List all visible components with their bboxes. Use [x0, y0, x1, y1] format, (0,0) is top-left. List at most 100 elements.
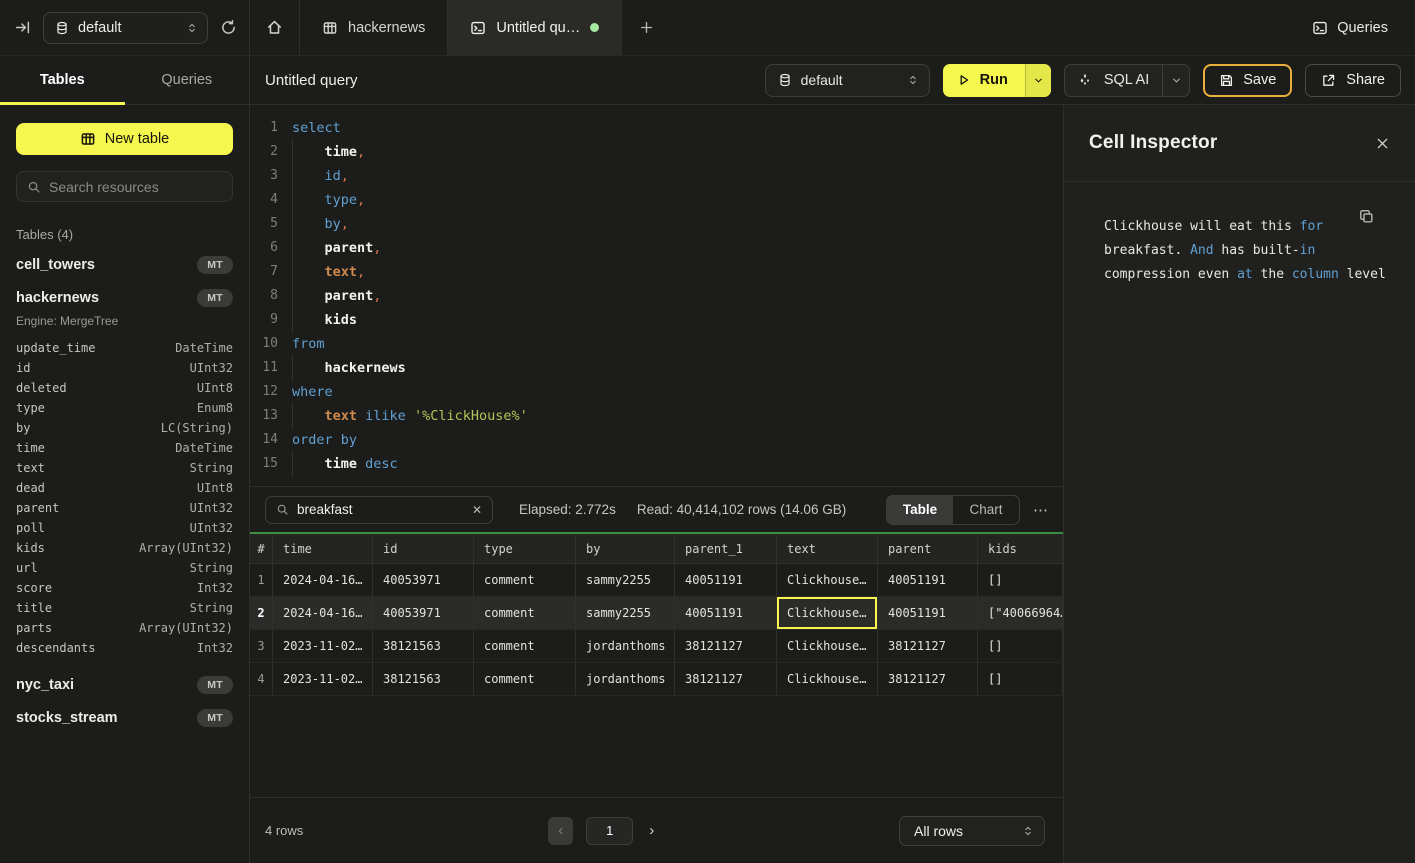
code-line[interactable]: 6 parent,	[254, 236, 1063, 260]
previous-page-button[interactable]: ‹	[548, 817, 573, 845]
code-line[interactable]: 12where	[254, 380, 1063, 404]
column-row[interactable]: idUInt32	[16, 358, 233, 378]
toggle-chart-view[interactable]: Chart	[953, 496, 1019, 524]
next-page-button[interactable]: ›	[646, 822, 657, 839]
tab-hackernews[interactable]: hackernews	[300, 0, 448, 55]
code-line[interactable]: 9 kids	[254, 308, 1063, 332]
cell-text[interactable]: Clickhouse…	[777, 564, 878, 596]
cell-parent[interactable]: 40051191	[878, 597, 978, 629]
collapse-sidebar-icon[interactable]	[14, 19, 31, 36]
cell-rownum[interactable]: 2	[250, 597, 273, 629]
cell-text[interactable]: Clickhouse…	[777, 663, 878, 695]
cell-rownum[interactable]: 1	[250, 564, 273, 596]
column-row[interactable]: titleString	[16, 598, 233, 618]
cell-parent_1[interactable]: 38121127	[675, 663, 777, 695]
clear-search-icon[interactable]: ✕	[472, 503, 482, 517]
sidebar-search[interactable]	[16, 171, 233, 202]
cell-kids[interactable]: []	[978, 630, 1063, 662]
code-line[interactable]: 5 by,	[254, 212, 1063, 236]
cell-by[interactable]: sammy2255	[576, 597, 675, 629]
column-row[interactable]: urlString	[16, 558, 233, 578]
sql-ai-caret[interactable]	[1162, 65, 1189, 96]
column-row[interactable]: pollUInt32	[16, 518, 233, 538]
column-row[interactable]: textString	[16, 458, 233, 478]
cell-type[interactable]: comment	[474, 564, 576, 596]
tab-queries[interactable]: Queries	[125, 56, 250, 104]
cell-rownum[interactable]: 4	[250, 663, 273, 695]
column-header-parent_1[interactable]: parent_1	[675, 534, 777, 563]
new-tab-button[interactable]	[622, 0, 671, 55]
cell-id[interactable]: 40053971	[373, 597, 474, 629]
column-row[interactable]: update_timeDateTime	[16, 338, 233, 358]
sidebar-table-item[interactable]: stocks_streamMT	[0, 701, 249, 734]
cell-parent[interactable]: 38121127	[878, 663, 978, 695]
queries-button[interactable]: Queries	[1312, 0, 1388, 55]
cell-time[interactable]: 2024-04-16…	[273, 564, 373, 596]
code-line[interactable]: 3 id,	[254, 164, 1063, 188]
cell-text[interactable]: Clickhouse…	[777, 630, 878, 662]
cell-id[interactable]: 38121563	[373, 630, 474, 662]
column-row[interactable]: typeEnum8	[16, 398, 233, 418]
sidebar-table-item[interactable]: cell_towersMT	[0, 248, 249, 281]
column-header-rownum[interactable]: #	[250, 534, 273, 563]
database-selector[interactable]: default	[765, 64, 930, 97]
column-header-type[interactable]: type	[474, 534, 576, 563]
code-line[interactable]: 15 time desc	[254, 452, 1063, 476]
column-row[interactable]: deletedUInt8	[16, 378, 233, 398]
cell-by[interactable]: jordanthoms	[576, 663, 675, 695]
search-input[interactable]	[49, 179, 222, 195]
tab-tables[interactable]: Tables	[0, 56, 125, 104]
share-button[interactable]: Share	[1305, 64, 1401, 97]
cell-rownum[interactable]: 3	[250, 630, 273, 662]
column-row[interactable]: descendantsInt32	[16, 638, 233, 658]
cell-parent_1[interactable]: 40051191	[675, 564, 777, 596]
database-selector[interactable]: default	[43, 12, 208, 44]
results-search-input[interactable]	[297, 502, 464, 517]
save-button[interactable]: Save	[1203, 64, 1292, 97]
sql-ai-button[interactable]: SQL AI	[1064, 64, 1190, 97]
column-row[interactable]: timeDateTime	[16, 438, 233, 458]
cell-time[interactable]: 2024-04-16…	[273, 597, 373, 629]
code-line[interactable]: 2 time,	[254, 140, 1063, 164]
column-header-text[interactable]: text	[777, 534, 878, 563]
code-line[interactable]: 1select	[254, 116, 1063, 140]
column-header-id[interactable]: id	[373, 534, 474, 563]
code-line[interactable]: 10from	[254, 332, 1063, 356]
new-table-button[interactable]: New table	[16, 123, 233, 155]
code-line[interactable]: 14order by	[254, 428, 1063, 452]
cell-parent_1[interactable]: 40051191	[675, 597, 777, 629]
sidebar-table-item[interactable]: nyc_taxiMT	[0, 668, 249, 701]
run-options-caret[interactable]	[1025, 64, 1051, 97]
cell-parent_1[interactable]: 38121127	[675, 630, 777, 662]
column-header-time[interactable]: time	[273, 534, 373, 563]
close-icon[interactable]	[1375, 136, 1390, 151]
cell-kids[interactable]: ["40066964…	[978, 597, 1063, 629]
cell-by[interactable]: sammy2255	[576, 564, 675, 596]
cell-type[interactable]: comment	[474, 630, 576, 662]
cell-type[interactable]: comment	[474, 597, 576, 629]
cell-parent[interactable]: 40051191	[878, 564, 978, 596]
column-row[interactable]: byLC(String)	[16, 418, 233, 438]
column-header-by[interactable]: by	[576, 534, 675, 563]
column-row[interactable]: partsArray(UInt32)	[16, 618, 233, 638]
column-header-kids[interactable]: kids	[978, 534, 1063, 563]
code-line[interactable]: 8 parent,	[254, 284, 1063, 308]
copy-icon[interactable]	[1358, 208, 1375, 225]
sql-ai-main[interactable]: SQL AI	[1065, 65, 1162, 96]
cell-by[interactable]: jordanthoms	[576, 630, 675, 662]
column-row[interactable]: deadUInt8	[16, 478, 233, 498]
cell-kids[interactable]: []	[978, 564, 1063, 596]
column-header-parent[interactable]: parent	[878, 534, 978, 563]
cell-type[interactable]: comment	[474, 663, 576, 695]
toggle-table-view[interactable]: Table	[887, 496, 953, 524]
tab-untitled-query[interactable]: Untitled qu…	[448, 0, 622, 55]
code-line[interactable]: 4 type,	[254, 188, 1063, 212]
code-line[interactable]: 11 hackernews	[254, 356, 1063, 380]
code-line[interactable]: 7 text,	[254, 260, 1063, 284]
sidebar-table-item[interactable]: hackernewsMT	[0, 281, 249, 314]
results-search[interactable]: ✕	[265, 496, 493, 524]
run-button-main[interactable]: Run	[943, 64, 1025, 97]
cell-kids[interactable]: []	[978, 663, 1063, 695]
column-row[interactable]: scoreInt32	[16, 578, 233, 598]
column-row[interactable]: parentUInt32	[16, 498, 233, 518]
